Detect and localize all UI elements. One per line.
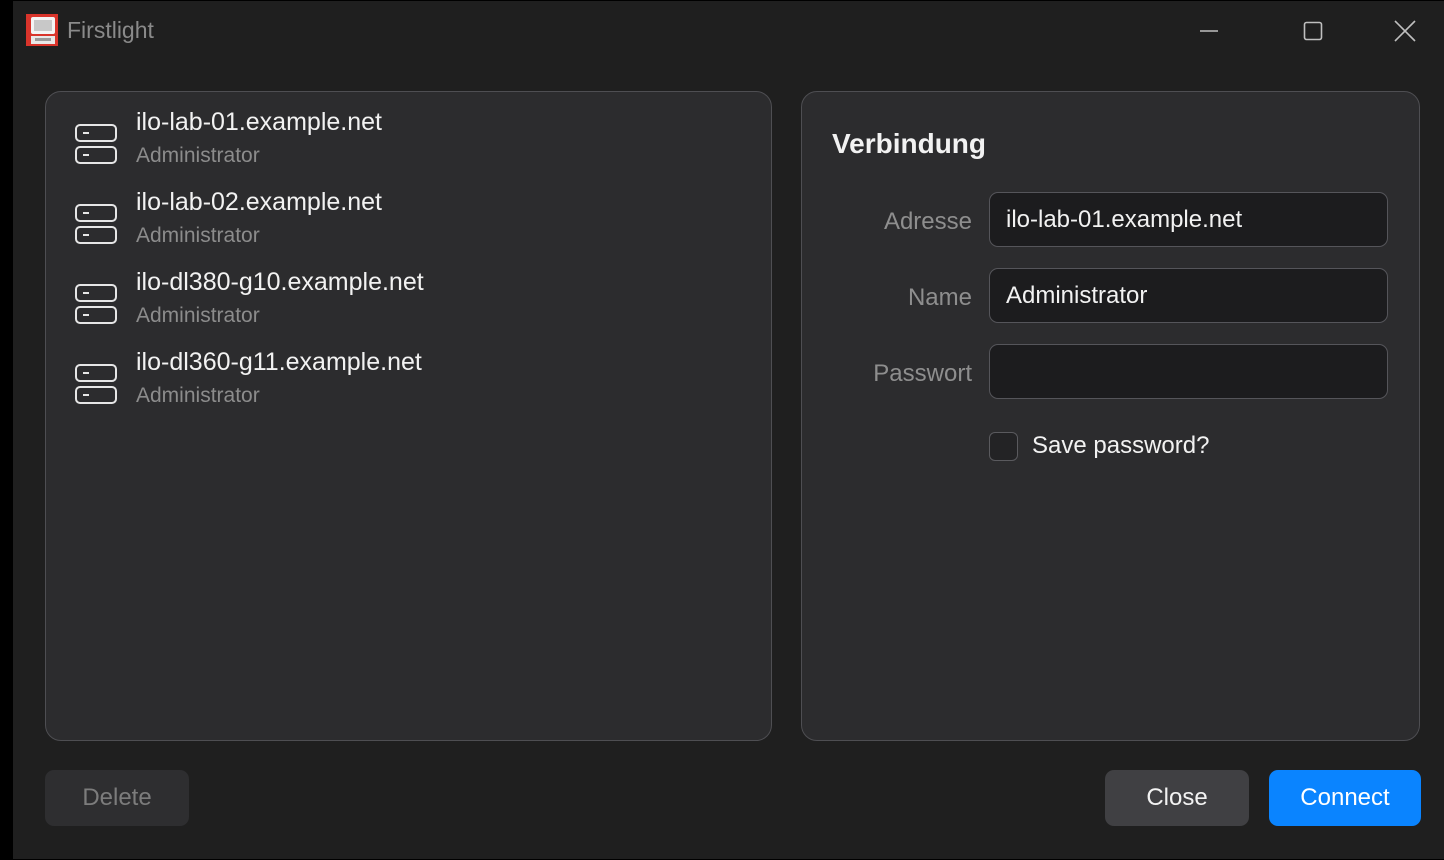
minimize-button[interactable] bbox=[1163, 1, 1255, 61]
address-field[interactable] bbox=[989, 192, 1388, 247]
password-field[interactable] bbox=[989, 344, 1388, 399]
server-icon bbox=[75, 204, 117, 244]
connection-item[interactable]: ilo-dl380-g10.example.net Administrator bbox=[46, 266, 771, 346]
name-field[interactable] bbox=[989, 268, 1388, 323]
connection-user: Administrator bbox=[136, 224, 260, 247]
connect-button[interactable]: Connect bbox=[1269, 770, 1421, 826]
connection-user: Administrator bbox=[136, 144, 260, 167]
server-icon bbox=[75, 284, 117, 324]
maximize-icon bbox=[1303, 21, 1323, 41]
server-icon bbox=[75, 124, 117, 164]
address-label: Adresse bbox=[883, 208, 972, 235]
firstlight-app-icon bbox=[26, 14, 58, 46]
save-password-checkbox[interactable] bbox=[989, 432, 1018, 461]
name-label: Name bbox=[907, 284, 972, 311]
minimize-icon bbox=[1200, 30, 1218, 32]
connection-list: ilo-lab-01.example.net Administrator ilo… bbox=[46, 106, 771, 426]
close-button[interactable]: Close bbox=[1105, 770, 1249, 826]
save-password-label[interactable]: Save password? bbox=[1032, 432, 1209, 460]
title-bar[interactable]: Firstlight bbox=[13, 1, 1444, 61]
form-title: Verbindung bbox=[832, 128, 986, 159]
connection-item[interactable]: ilo-lab-02.example.net Administrator bbox=[46, 186, 771, 266]
connection-host: ilo-dl380-g10.example.net bbox=[136, 268, 424, 296]
connection-host: ilo-lab-02.example.net bbox=[136, 188, 382, 216]
connection-item[interactable]: ilo-lab-01.example.net Administrator bbox=[46, 106, 771, 186]
maximize-button[interactable] bbox=[1267, 1, 1359, 61]
connection-host: ilo-dl360-g11.example.net bbox=[136, 348, 422, 376]
password-label: Passwort bbox=[873, 360, 972, 387]
connection-form-panel: Verbindung Adresse Name Passwort Save pa… bbox=[801, 91, 1420, 741]
app-window: Firstlight ilo-lab-01.example.net Admini… bbox=[13, 1, 1444, 859]
delete-button[interactable]: Delete bbox=[45, 770, 189, 826]
connection-user: Administrator bbox=[136, 304, 260, 327]
window-title: Firstlight bbox=[67, 17, 154, 43]
close-icon bbox=[1394, 20, 1416, 42]
connection-list-panel: ilo-lab-01.example.net Administrator ilo… bbox=[45, 91, 772, 741]
server-icon bbox=[75, 364, 117, 404]
connection-item[interactable]: ilo-dl360-g11.example.net Administrator bbox=[46, 346, 771, 426]
close-window-button[interactable] bbox=[1359, 1, 1444, 61]
connection-host: ilo-lab-01.example.net bbox=[136, 108, 382, 136]
connection-user: Administrator bbox=[136, 384, 260, 407]
